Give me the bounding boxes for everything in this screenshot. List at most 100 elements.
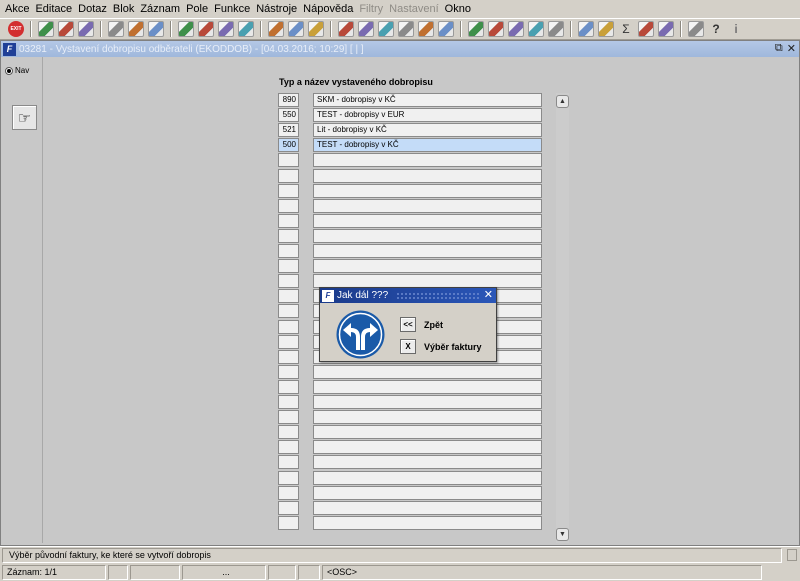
list-row[interactable] <box>278 485 542 500</box>
type-code-field[interactable] <box>278 289 299 304</box>
print-icon[interactable] <box>268 21 284 37</box>
type-code-field[interactable] <box>278 198 299 213</box>
list-row[interactable] <box>278 364 542 379</box>
list-row[interactable] <box>278 259 542 274</box>
filter-icon[interactable] <box>238 21 254 37</box>
type-name-field[interactable] <box>313 485 542 500</box>
list-row[interactable] <box>278 470 542 485</box>
type-name-field[interactable] <box>313 455 542 470</box>
type-name-field[interactable]: TEST - dobropisy v KČ <box>313 138 542 153</box>
list-row[interactable]: 890 SKM - dobropisy v KČ <box>278 93 542 107</box>
type-code-field[interactable] <box>278 455 299 470</box>
type-name-field[interactable] <box>313 213 542 228</box>
select-invoice-button[interactable]: X <box>400 339 416 354</box>
type-code-field[interactable] <box>278 228 299 243</box>
back-button[interactable]: << <box>400 317 416 332</box>
menu-akce[interactable]: Akce <box>3 0 33 18</box>
list-row[interactable] <box>278 244 542 258</box>
menu-editace[interactable]: Editace <box>33 0 76 18</box>
chart-icon[interactable] <box>578 21 594 37</box>
type-name-field[interactable]: TEST - dobropisy v EUR <box>313 108 542 123</box>
type-code-field[interactable] <box>278 168 299 183</box>
dialog-close-icon[interactable]: ✕ <box>484 288 493 303</box>
menu-blok[interactable]: Blok <box>111 0 138 18</box>
type-code-field[interactable] <box>278 319 299 334</box>
list-row[interactable]: 550 TEST - dobropisy v EUR <box>278 108 542 123</box>
close-icon[interactable]: ✕ <box>787 42 796 55</box>
type-code-field[interactable] <box>278 274 299 289</box>
document-icon[interactable] <box>488 21 504 37</box>
list-row[interactable] <box>278 500 542 515</box>
calculator-icon[interactable] <box>468 21 484 37</box>
list-row[interactable] <box>278 183 542 198</box>
list-row[interactable] <box>278 455 542 470</box>
type-name-field[interactable] <box>313 259 542 274</box>
help-icon[interactable]: ? <box>708 21 724 37</box>
execute-query-icon[interactable] <box>128 21 144 37</box>
list-row[interactable] <box>278 440 542 455</box>
type-code-field[interactable] <box>278 470 299 485</box>
excel-icon[interactable] <box>638 21 654 37</box>
list-row[interactable] <box>278 379 542 394</box>
type-code-field[interactable] <box>278 213 299 228</box>
type-name-field[interactable] <box>313 440 542 455</box>
type-code-field[interactable] <box>278 395 299 409</box>
key-icon[interactable] <box>688 21 704 37</box>
window-titlebar[interactable]: F 03281 - Vystavení dobropisu odběrateli… <box>1 41 799 57</box>
table-icon[interactable] <box>438 21 454 37</box>
type-code-field[interactable] <box>278 334 299 349</box>
type-name-field[interactable] <box>313 228 542 243</box>
type-code-field[interactable] <box>278 304 299 319</box>
type-code-field[interactable] <box>278 379 299 394</box>
type-code-field[interactable] <box>278 410 299 425</box>
type-code-field[interactable] <box>278 259 299 274</box>
type-code-field[interactable] <box>278 349 299 364</box>
type-name-field[interactable] <box>313 500 542 515</box>
edit-icon[interactable] <box>398 21 414 37</box>
menu-funkce[interactable]: Funkce <box>212 0 254 18</box>
type-code-field[interactable] <box>278 153 299 168</box>
menu-pole[interactable]: Pole <box>184 0 212 18</box>
type-code-field[interactable] <box>278 500 299 515</box>
type-code-field[interactable]: 521 <box>278 123 299 138</box>
type-name-field[interactable] <box>313 425 542 440</box>
wrench-icon[interactable] <box>218 21 234 37</box>
type-name-field[interactable] <box>313 379 542 394</box>
nav-option[interactable]: Nav <box>5 66 29 75</box>
type-name-field[interactable]: Lit - dobropisy v KČ <box>313 123 542 138</box>
restore-icon[interactable]: ⧉ <box>775 42 783 55</box>
type-name-field[interactable]: SKM - dobropisy v KČ <box>313 93 542 107</box>
type-name-field[interactable] <box>313 364 542 379</box>
type-code-field[interactable] <box>278 425 299 440</box>
type-name-field[interactable] <box>313 410 542 425</box>
menu-napoveda[interactable]: Nápověda <box>301 0 357 18</box>
copy-icon[interactable] <box>358 21 374 37</box>
package-icon[interactable] <box>508 21 524 37</box>
type-code-field[interactable] <box>278 515 299 530</box>
email-icon[interactable] <box>308 21 324 37</box>
exit-icon[interactable]: EXIT <box>8 21 24 37</box>
list-icon[interactable] <box>418 21 434 37</box>
attach-icon[interactable] <box>288 21 304 37</box>
list-row[interactable] <box>278 213 542 228</box>
type-name-field[interactable] <box>313 153 542 168</box>
list-row[interactable] <box>278 228 542 243</box>
type-name-field[interactable] <box>313 244 542 258</box>
list-row[interactable]: 500 TEST - dobropisy v KČ <box>278 138 542 153</box>
sum-icon[interactable]: Σ <box>618 21 634 37</box>
warning-icon[interactable] <box>548 21 564 37</box>
list-row[interactable] <box>278 515 542 530</box>
type-code-field[interactable]: 550 <box>278 108 299 123</box>
type-name-field[interactable] <box>313 470 542 485</box>
type-code-field[interactable]: 890 <box>278 93 299 107</box>
type-code-field[interactable] <box>278 364 299 379</box>
menu-zaznam[interactable]: Záznam <box>138 0 184 18</box>
type-name-field[interactable] <box>313 515 542 530</box>
cancel-query-icon[interactable] <box>148 21 164 37</box>
list-row[interactable] <box>278 198 542 213</box>
type-code-field[interactable] <box>278 244 299 258</box>
list-row[interactable] <box>278 410 542 425</box>
save-icon[interactable] <box>38 21 54 37</box>
query-icon[interactable] <box>108 21 124 37</box>
pointing-hand-button[interactable]: ☞ <box>12 105 37 130</box>
